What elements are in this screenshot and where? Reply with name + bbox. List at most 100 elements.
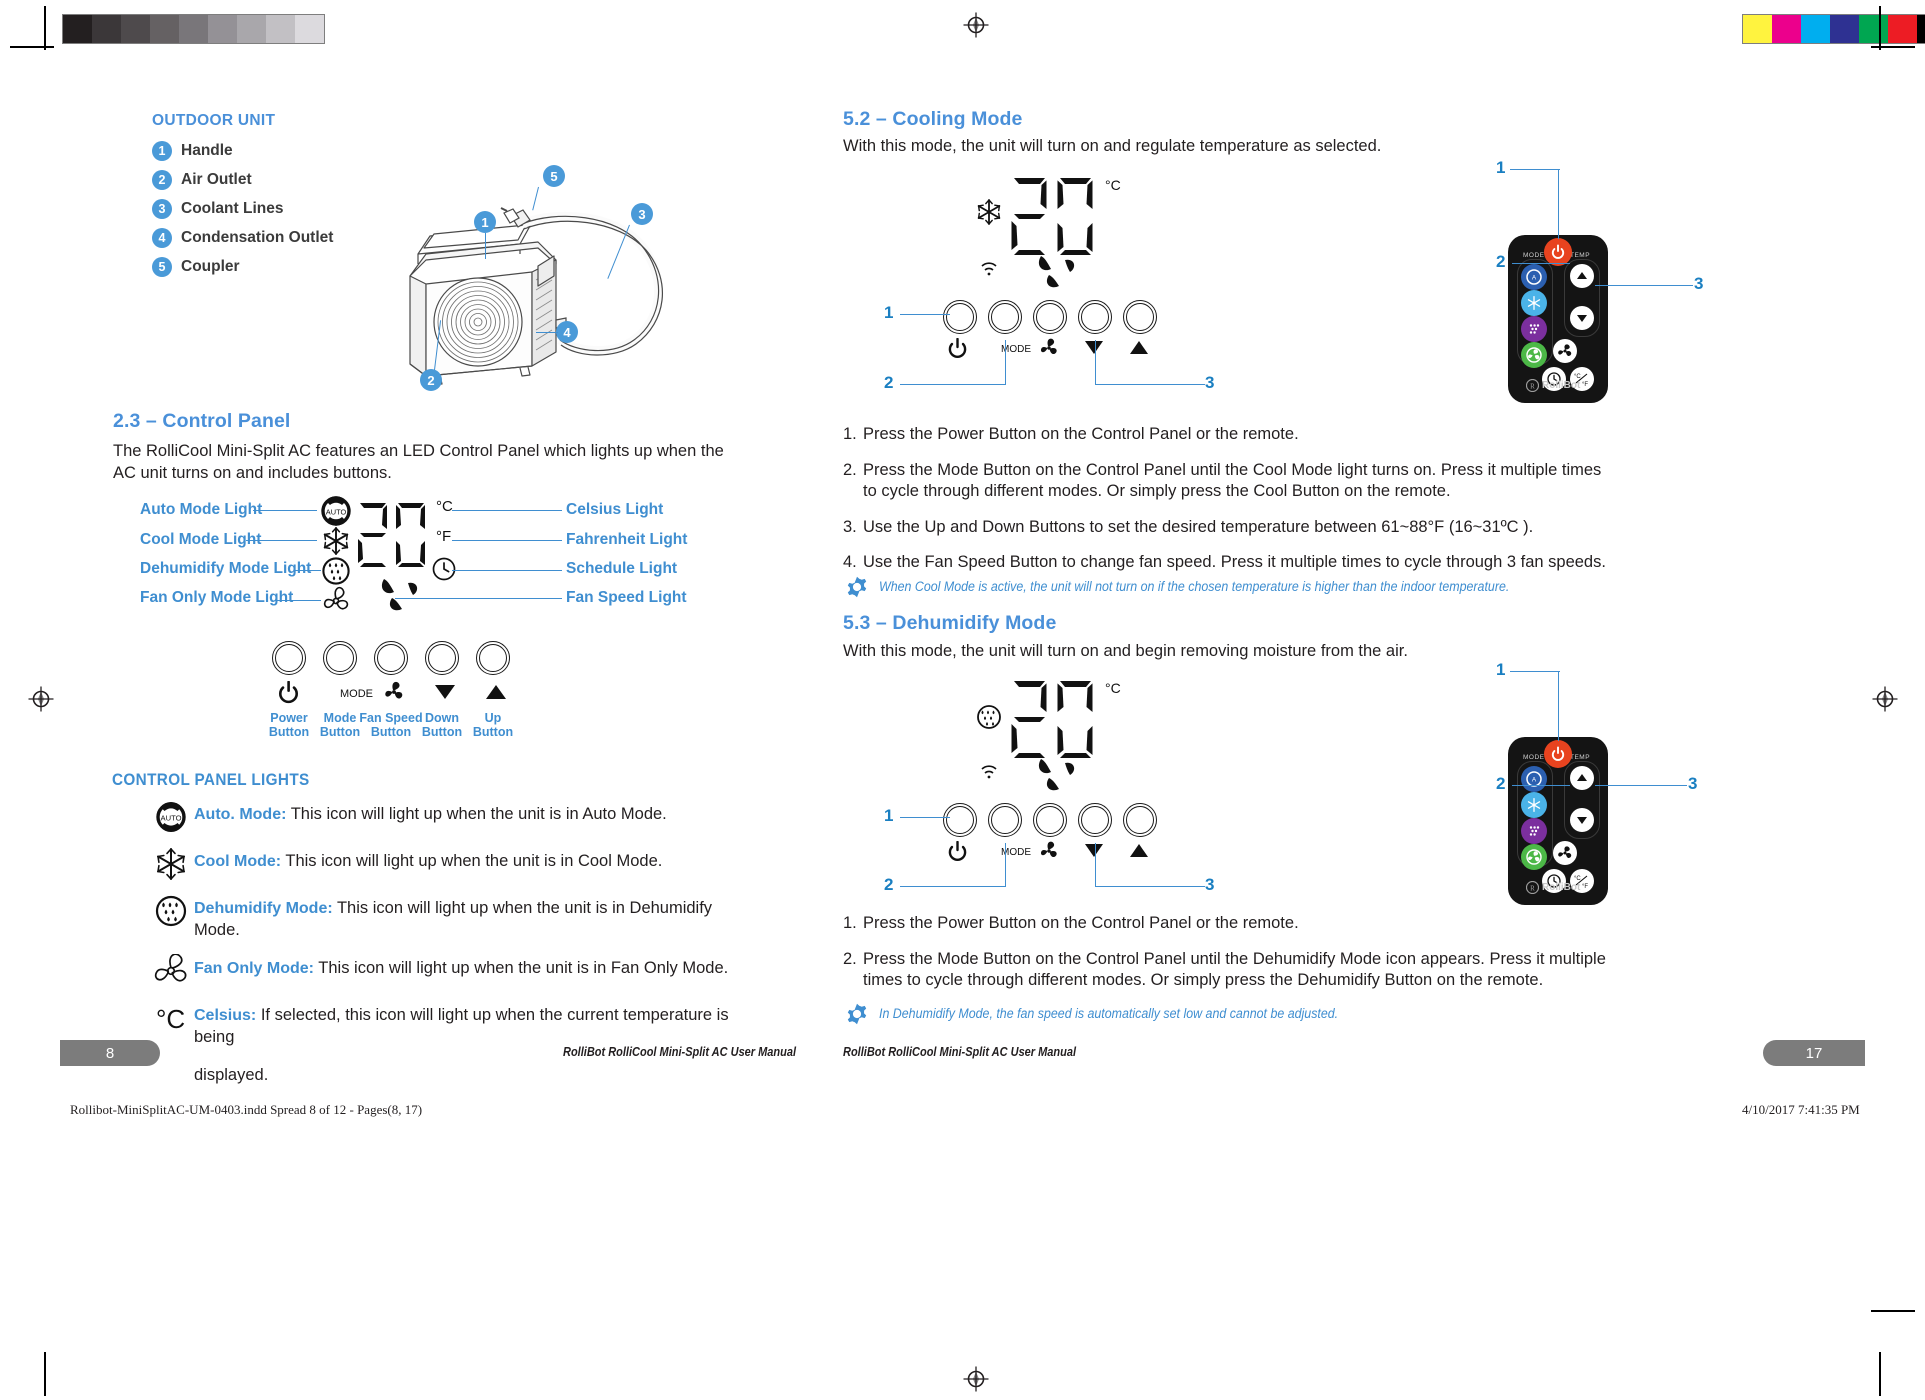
leader-dehumidify-mode [295, 570, 321, 572]
step-text: Use the Up and Down Buttons to set the d… [863, 517, 1534, 536]
remote-cool-mode-button[interactable] [1521, 792, 1547, 818]
outdoor-unit-legend: OUTDOOR UNIT 1 Handle 2 Air Outlet 3 Coo… [152, 112, 333, 286]
cooling-remote-leader-1h [1510, 169, 1560, 171]
fan-speed-indicator [1038, 759, 1075, 791]
light-desc: This icon will light up when the unit is… [290, 805, 667, 823]
fan-speed-button[interactable] [1033, 803, 1067, 837]
remote-fan-speed-button[interactable] [1553, 339, 1577, 363]
down-arrow-icon [435, 685, 455, 699]
light-item-celsius: °C Celsius: If selected, this icon will … [148, 1001, 748, 1048]
svg-text:A: A [1532, 777, 1537, 784]
light-item-text: Dehumidify Mode: This icon will light up… [194, 894, 748, 941]
fan-speed-indicator [381, 579, 418, 611]
remote-fan-mode-button[interactable] [1521, 342, 1547, 368]
dehumidify-steps-list: 1. Press the Power Button on the Control… [843, 913, 1618, 996]
diagram-callout-2: 2 [420, 369, 442, 391]
grayscale-swatch-3 [150, 15, 179, 43]
fan-speed-button[interactable] [1033, 300, 1067, 334]
light-item-cool-mode: Cool Mode: This icon will light up when … [148, 847, 748, 881]
snowflake-icon [323, 527, 349, 555]
dehumidify-remote-callout-3: 3 [1688, 774, 1698, 793]
svg-text:°F: °F [1582, 382, 1588, 388]
power-button[interactable] [943, 803, 977, 837]
dehumidify-icon [977, 705, 1001, 729]
legend-label-1: Handle [181, 142, 233, 159]
manual-title-right: RolliBot RolliCool Mini-Split AC User Ma… [843, 1045, 1077, 1059]
step-text: Press the Power Button on the Control Pa… [863, 914, 1299, 932]
remote-temp-up-button[interactable] [1570, 766, 1594, 790]
light-term: Auto. Mode: [194, 806, 287, 823]
auto-mode-icon: AUTO [148, 800, 194, 834]
fan-speed-icon [385, 681, 403, 699]
down-arrow-icon [1085, 341, 1103, 354]
remote-cool-mode-button[interactable] [1521, 290, 1547, 316]
down-button[interactable] [1078, 803, 1112, 837]
remote-brand-text: RolliBot [1542, 380, 1581, 391]
remote-control-cooling: MODE TEMP A °C °F R RolliBot [1508, 235, 1608, 403]
diagram-callout-5: 5 [543, 165, 565, 187]
grayscale-swatch-5 [208, 15, 237, 43]
down-button[interactable] [1078, 300, 1112, 334]
light-item-fan-only-mode: Fan Only Mode: This icon will light up w… [148, 954, 748, 988]
remote-temp-down-button[interactable] [1570, 306, 1594, 330]
remote-temp-down-button[interactable] [1570, 808, 1594, 832]
mode-button[interactable] [323, 641, 357, 675]
cooling-callout-3: 3 [1205, 373, 1215, 392]
mode-button[interactable] [988, 803, 1022, 837]
crop-mark-br-h [1871, 1310, 1915, 1312]
power-button[interactable] [943, 300, 977, 334]
leader-schedule [452, 570, 562, 572]
grayscale-swatch-8 [295, 15, 324, 43]
cooling-callout-leader-1 [900, 314, 950, 316]
remote-fan-mode-button[interactable] [1521, 844, 1547, 870]
registration-mark-bottom [963, 1366, 989, 1392]
up-button[interactable] [1123, 803, 1157, 837]
remote-power-button[interactable] [1544, 238, 1572, 266]
diagram-callout-4: 4 [556, 321, 578, 343]
page-number-left: 8 [105, 1044, 115, 1062]
fan-speed-icon [1040, 841, 1057, 858]
remote-dehumidify-mode-button[interactable] [1521, 818, 1547, 844]
remote-dehumidify-mode-button[interactable] [1521, 316, 1547, 342]
grayscale-swatch-0 [63, 15, 92, 43]
light-item-auto-mode: AUTO Auto. Mode: This icon will light up… [148, 800, 748, 834]
auto-mode-icon: AUTO [321, 496, 351, 526]
remote-auto-mode-button[interactable]: A [1521, 766, 1547, 792]
label-fan-only-mode-light: Fan Only Mode Light [140, 589, 294, 606]
remote-fan-speed-button[interactable] [1553, 841, 1577, 865]
legend-label-5: Coupler [181, 258, 240, 275]
diagram-callout-1: 1 [474, 211, 496, 233]
mode-button[interactable] [988, 300, 1022, 334]
down-button[interactable] [425, 641, 459, 675]
fan-speed-button[interactable] [374, 641, 408, 675]
remote-power-button[interactable] [1544, 740, 1572, 768]
dehumidify-step: 2. Press the Mode Button on the Control … [843, 949, 1618, 992]
remote-temp-caption: TEMP [1570, 754, 1591, 761]
cooling-step: 4. Use the Fan Speed Button to change fa… [843, 552, 1613, 574]
down-arrow-icon [1085, 844, 1103, 857]
color-swatch-0 [1743, 15, 1772, 43]
up-button[interactable] [476, 641, 510, 675]
light-item-text: Cool Mode: This icon will light up when … [194, 847, 662, 873]
led-display-graphic: AUTO °C °F [318, 495, 478, 615]
remote-auto-mode-button[interactable]: A [1521, 264, 1547, 290]
page-number-right: 17 [1805, 1044, 1823, 1062]
remote-mode-caption: MODE [1523, 252, 1545, 259]
legend-item-air-outlet: 2 Air Outlet [152, 170, 333, 190]
light-desc: This icon will light up when the unit is… [318, 959, 729, 978]
svg-text:A: A [1532, 275, 1537, 282]
light-term: Fan Only Mode: [194, 960, 314, 978]
remote-temp-up-button[interactable] [1570, 264, 1594, 288]
up-button-caption: Up Button [472, 711, 514, 740]
callout-leader-4 [536, 332, 558, 334]
dehumidify-icon [322, 557, 350, 585]
color-swatch-1 [1772, 15, 1801, 43]
remote-brand: R RolliBot [1526, 881, 1580, 894]
fan-icon [148, 954, 194, 988]
legend-label-3: Coolant Lines [181, 200, 284, 217]
up-button[interactable] [1123, 300, 1157, 334]
step-number: 4. [843, 553, 857, 572]
svg-text:°C: °C [156, 1004, 185, 1034]
control-panel-heading: 2.3 – Control Panel [113, 410, 291, 432]
power-button[interactable] [272, 641, 306, 675]
